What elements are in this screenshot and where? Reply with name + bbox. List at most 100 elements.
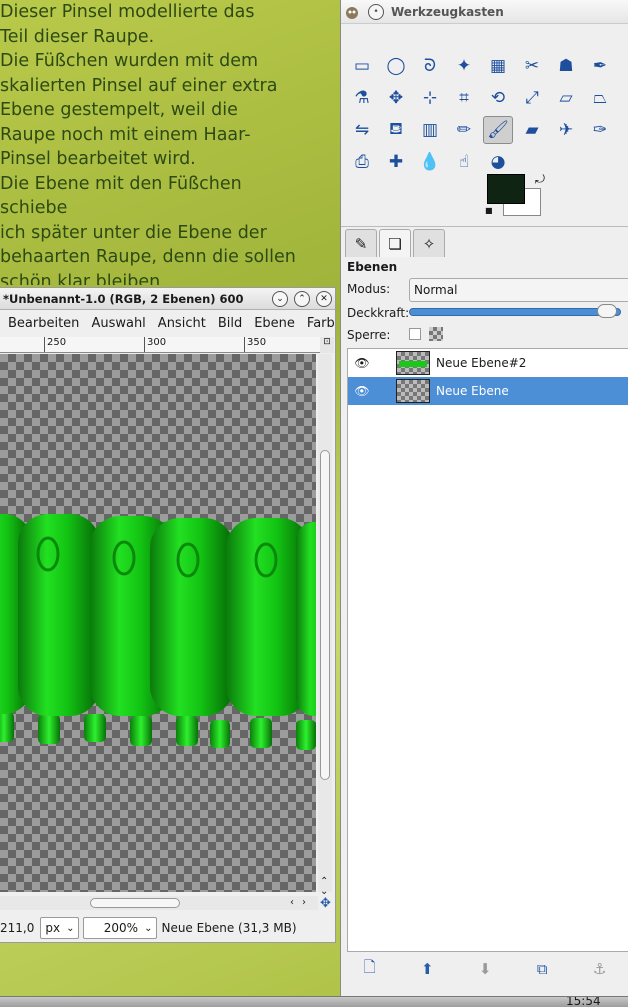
close-icon[interactable]: ✕ xyxy=(316,290,332,307)
layers-heading: Ebenen xyxy=(347,260,398,274)
paintbrush-tool[interactable]: 🖌 xyxy=(483,116,513,144)
free-select-icon: ᘐ xyxy=(424,56,436,76)
paintbrush-icon: 🖌 xyxy=(487,120,509,140)
ruler-tick: 250 xyxy=(44,337,66,352)
crop-tool[interactable]: ⌗ xyxy=(449,84,479,112)
lower-layer-icon[interactable]: ⬇ xyxy=(479,960,492,978)
navigate-icon[interactable]: ✥ xyxy=(320,896,331,911)
tutorial-text: Dieser Pinsel modellierte das Teil diese… xyxy=(0,0,340,285)
zoom-value: 200% xyxy=(103,921,139,935)
align-tool[interactable]: ⊹ xyxy=(415,84,445,112)
bucket-fill-icon: ⛾ xyxy=(389,119,403,139)
ellipse-select-tool[interactable]: ◯ xyxy=(381,52,411,80)
taskbar: 15:54 xyxy=(0,996,628,1007)
shear-tool[interactable]: ▱ xyxy=(551,84,581,112)
opacity-slider[interactable] xyxy=(409,308,621,316)
color-select-icon: ▦ xyxy=(489,56,507,76)
default-colors-icon[interactable]: ■ xyxy=(485,206,493,215)
gradient-tool[interactable]: ▥ xyxy=(415,116,445,144)
pencil-icon: ✏ xyxy=(456,120,472,140)
menu-farben[interactable]: Farb xyxy=(307,316,335,331)
layer-row[interactable]: 👁 Neue Ebene#2 xyxy=(348,349,628,377)
opacity-label: Deckkraft: xyxy=(347,306,409,320)
tutorial-line: Raupe noch mit einem Haar- xyxy=(0,124,251,145)
rotate-icon: ⟲ xyxy=(490,88,506,108)
horizontal-ruler[interactable]: 250 300 350 xyxy=(0,337,320,353)
image-window-titlebar[interactable]: *Unbenannt-1.0 (RGB, 2 Ebenen) 600 ⌄ ⌃ ✕ xyxy=(0,288,335,310)
tutorial-line: Pinsel bearbeitet wird. xyxy=(0,149,196,169)
maximize-icon[interactable]: ⌃ xyxy=(294,290,310,307)
chevron-down-icon: ⌄ xyxy=(66,922,75,934)
menu-ansicht[interactable]: Ansicht xyxy=(158,316,206,331)
layer-thumbnail xyxy=(396,351,430,375)
lock-alpha-icon[interactable] xyxy=(429,327,443,341)
scroll-right-icon[interactable]: › xyxy=(302,897,306,908)
scale-icon: ⤢ xyxy=(525,88,539,108)
eye-icon[interactable]: 👁 xyxy=(348,384,376,398)
toolbox-titlebar[interactable]: • Werkzeugkasten xyxy=(341,0,628,24)
paths-icon: ✒ xyxy=(592,56,608,76)
bucket-fill-tool[interactable]: ⛾ xyxy=(381,116,411,144)
paths-tool[interactable]: ✒ xyxy=(585,52,615,80)
fuzzy-select-tool[interactable]: ✦ xyxy=(449,52,479,80)
blur-tool[interactable]: 💧 xyxy=(415,148,445,176)
scissors-tool[interactable]: ✂ xyxy=(517,52,547,80)
menu-bearbeiten[interactable]: Bearbeiten xyxy=(8,316,79,331)
tab-layers[interactable]: ❏ xyxy=(379,229,411,257)
statusbar: 211,0 px ⌄ 200% ⌄ Neue Ebene (31,3 MB) xyxy=(0,914,336,942)
move-tool[interactable]: ✥ xyxy=(381,84,411,112)
color-picker-tool[interactable]: ⚗ xyxy=(347,84,377,112)
horizontal-scrollbar[interactable]: ‹ › xyxy=(0,896,318,910)
menu-bild[interactable]: Bild xyxy=(218,316,242,331)
duplicate-layer-icon[interactable]: ⧉ xyxy=(537,960,548,978)
eye-icon[interactable]: 👁 xyxy=(348,356,376,370)
pencil-tool[interactable]: ✏ xyxy=(449,116,479,144)
foreground-select-tool[interactable]: ☗ xyxy=(551,52,581,80)
mode-value: Normal xyxy=(414,283,458,297)
eraser-tool[interactable]: ▰ xyxy=(517,116,547,144)
rotate-tool[interactable]: ⟲ xyxy=(483,84,513,112)
airbrush-tool[interactable]: ✈ xyxy=(551,116,581,144)
color-select-tool[interactable]: ▦ xyxy=(483,52,513,80)
swap-colors-icon[interactable]: ⤾ xyxy=(535,172,545,187)
unit-select[interactable]: px ⌄ xyxy=(40,917,80,939)
horizontal-scroll-thumb[interactable] xyxy=(90,898,180,908)
rect-select-tool[interactable]: ▭ xyxy=(347,52,377,80)
navigate-icon[interactable]: ⊡ xyxy=(320,337,334,353)
rect-select-icon: ▭ xyxy=(353,56,371,76)
new-layer-icon[interactable]: 🗋 xyxy=(364,957,376,982)
clock: 15:54 xyxy=(566,996,601,1007)
tutorial-line: Ebene gestempelt, weil die xyxy=(0,100,238,120)
clone-tool[interactable]: ⎙ xyxy=(347,148,377,176)
image-canvas[interactable] xyxy=(0,354,316,892)
anchor-icon[interactable]: ⚓ xyxy=(593,960,606,978)
raise-layer-icon[interactable]: ⬆ xyxy=(421,960,434,978)
lock-pixels-checkbox[interactable] xyxy=(409,328,421,340)
tab-tool-options[interactable]: ✎ xyxy=(345,229,377,257)
ink-icon: ✑ xyxy=(592,120,608,140)
layer-row[interactable]: 👁 Neue Ebene xyxy=(348,377,628,405)
menubar: Bearbeiten Auswahl Ansicht Bild Ebene Fa… xyxy=(0,310,335,336)
mode-select[interactable]: Normal xyxy=(409,278,628,302)
vertical-scrollbar[interactable] xyxy=(318,354,332,892)
perspective-tool[interactable]: ⏢ xyxy=(585,84,615,112)
foreground-color[interactable] xyxy=(487,174,525,204)
tutorial-line: schiebe xyxy=(0,198,68,218)
menu-auswahl[interactable]: Auswahl xyxy=(91,316,145,331)
color-area[interactable]: ⤾ ■ xyxy=(485,172,547,220)
menu-ebene[interactable]: Ebene xyxy=(254,316,295,331)
smudge-tool[interactable]: ☝ xyxy=(449,148,479,176)
zoom-select[interactable]: 200% ⌄ xyxy=(83,917,158,939)
opacity-slider-handle[interactable] xyxy=(597,304,617,318)
free-select-tool[interactable]: ᘐ xyxy=(415,52,445,80)
flip-tool[interactable]: ⇋ xyxy=(347,116,377,144)
tab-paths[interactable]: ✧ xyxy=(413,229,445,257)
ink-tool[interactable]: ✑ xyxy=(585,116,615,144)
window-menu-icon[interactable]: • xyxy=(368,3,384,20)
color-picker-icon: ⚗ xyxy=(354,88,370,108)
scale-tool[interactable]: ⤢ xyxy=(517,84,547,112)
scroll-left-icon[interactable]: ‹ xyxy=(290,897,294,908)
minimize-icon[interactable]: ⌄ xyxy=(272,290,288,307)
vertical-scroll-thumb[interactable] xyxy=(320,450,330,780)
heal-tool[interactable]: ✚ xyxy=(381,148,411,176)
